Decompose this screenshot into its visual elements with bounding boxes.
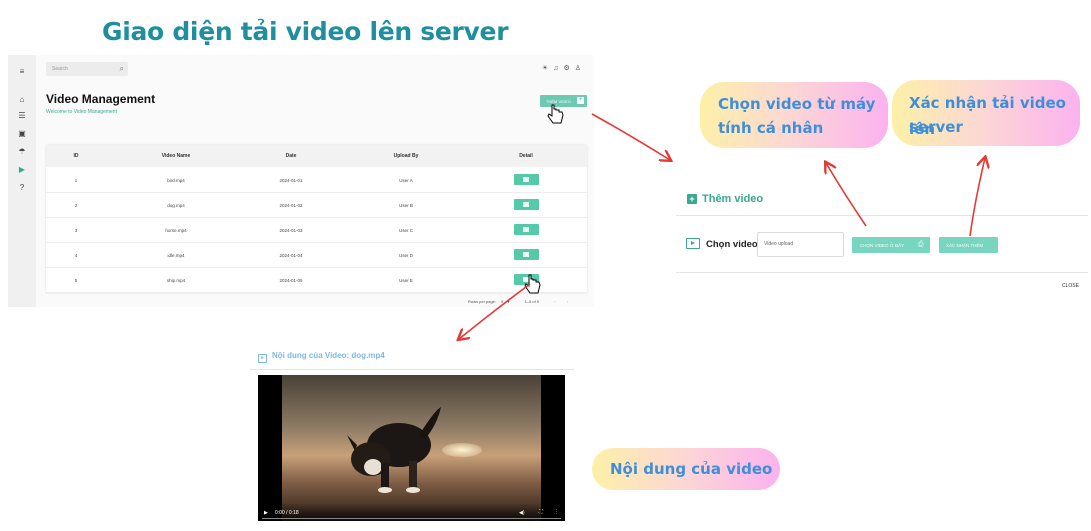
annotation-arrows [0,113,1091,531]
arrow-to-choose-callout [826,163,867,227]
arrow-to-dialog [591,113,670,160]
arrow-to-confirm-callout [969,158,985,237]
arrow-to-video [459,283,531,339]
